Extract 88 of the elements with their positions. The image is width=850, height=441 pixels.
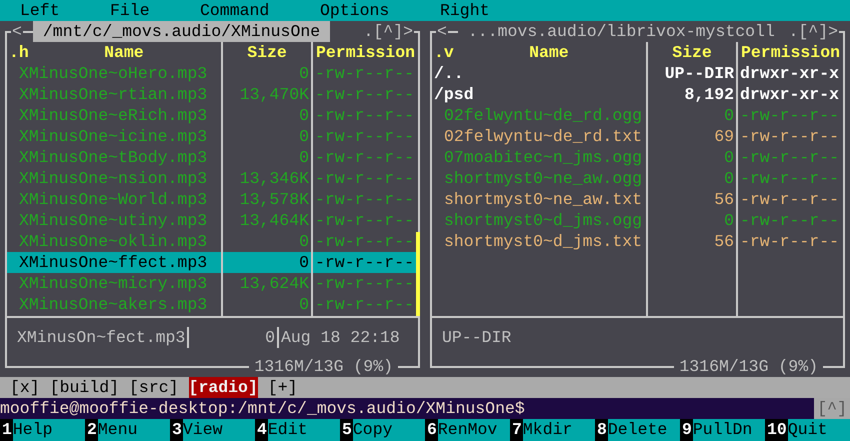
file-size: 13,624K	[238, 273, 310, 294]
file-name[interactable]: shortmyst0~ne_aw.txt	[432, 189, 646, 210]
file-permission: -rw-r--r--	[314, 210, 416, 231]
file-info: UP--DIR	[442, 327, 512, 348]
file-info: XMinusOn~fect.mp3	[17, 327, 186, 348]
file-size: 0	[298, 63, 310, 84]
file-name[interactable]: XMinusOne~ffect.mp3	[7, 252, 221, 273]
sort-indicator[interactable]: .v	[434, 42, 454, 63]
menu-item[interactable]: File	[110, 0, 200, 21]
file-size: 0	[298, 105, 310, 126]
file-permission: -rw-r--r--	[739, 210, 840, 231]
file-size: 13,470K	[238, 84, 310, 105]
file-size: UP--DIR	[664, 63, 735, 84]
tab[interactable]: [radio]	[188, 377, 258, 398]
file-permission: -rw-r--r--	[314, 105, 416, 126]
function-key[interactable]: 2Menu	[85, 419, 170, 441]
function-key[interactable]: 5Copy	[340, 419, 425, 441]
scrollbar-thumb[interactable]	[416, 232, 420, 316]
menu-item[interactable]: Options	[320, 0, 440, 21]
file-name[interactable]: /..	[432, 63, 646, 84]
file-size: 56	[713, 189, 735, 210]
file-permission: -rw-r--r--	[739, 105, 840, 126]
column-header[interactable]: Name	[454, 42, 644, 63]
file-size: 0	[298, 294, 310, 315]
file-permission: -rw-r--r--	[314, 168, 416, 189]
file-size: 13,464K	[238, 210, 310, 231]
tab[interactable]: [+]	[268, 377, 298, 398]
menu-item[interactable]: Left	[20, 0, 110, 21]
sort-indicator[interactable]: .h	[9, 42, 29, 63]
file-permission: drwxr-xr-x	[739, 63, 840, 84]
file-size: 0	[298, 231, 310, 252]
panel-path: /mnt/c/_movs.audio/XMinusOne	[32, 21, 330, 42]
file-permission: -rw-r--r--	[314, 63, 416, 84]
menu-item[interactable]: Command	[200, 0, 320, 21]
file-size: 69	[713, 126, 735, 147]
file-size: 0	[723, 147, 735, 168]
file-info: 0	[187, 327, 279, 348]
function-key[interactable]: 4Edit	[255, 419, 340, 441]
column-header[interactable]: Permission	[316, 42, 416, 63]
function-key[interactable]: 7Mkdir	[510, 419, 595, 441]
nav-history-button[interactable]: .[^]>	[787, 21, 839, 42]
function-key[interactable]: 8Delete	[595, 419, 680, 441]
command-prompt[interactable]: mooffie@mooffie-desktop:/mnt/c/_movs.audio/XMinusOne$	[0, 398, 814, 419]
file-size: 0	[723, 168, 735, 189]
file-permission: -rw-r--r--	[314, 273, 416, 294]
file-size: 0	[298, 126, 310, 147]
tab[interactable]: [src]	[129, 377, 179, 398]
tab[interactable]: [x]	[10, 377, 40, 398]
tab[interactable]: [build]	[50, 377, 120, 398]
file-name[interactable]: shortmyst0~d_jms.txt	[432, 231, 646, 252]
column-header[interactable]: Size	[247, 42, 287, 63]
file-permission: -rw-r--r--	[314, 84, 416, 105]
panel-path: ...movs.audio/librivox-mystcoll	[458, 21, 785, 42]
file-size: 13,346K	[238, 168, 310, 189]
column-header[interactable]: Permission	[740, 42, 840, 63]
file-permission: -rw-r--r--	[739, 189, 840, 210]
file-permission: -rw-r--r--	[314, 126, 416, 147]
column-header[interactable]: Name	[28, 42, 219, 63]
file-permission: drwxr-xr-x	[739, 84, 840, 105]
menu-item[interactable]: Right	[440, 0, 850, 21]
file-permission: -rw-r--r--	[739, 147, 840, 168]
file-name[interactable]: /psd	[432, 84, 646, 105]
file-size: 0	[723, 105, 735, 126]
function-key[interactable]: 3View	[170, 419, 255, 441]
function-key[interactable]: 1Help	[0, 419, 85, 441]
function-key[interactable]: 6RenMov	[425, 419, 510, 441]
file-permission: -rw-r--r--	[739, 231, 840, 252]
file-permission: -rw-r--r--	[739, 168, 840, 189]
file-permission: -rw-r--r--	[314, 231, 416, 252]
file-info: Aug 18 22:18	[280, 327, 400, 348]
function-key[interactable]: 10Quit	[765, 419, 850, 441]
file-permission: -rw-r--r--	[314, 189, 416, 210]
free-space: 1316M/13G (9%)	[249, 356, 398, 377]
file-permission: -rw-r--r--	[313, 252, 418, 273]
file-size: 13,578K	[238, 189, 310, 210]
file-name[interactable]: 02felwyntu~de_rd.txt	[432, 126, 646, 147]
file-size: 56	[713, 231, 735, 252]
file-permission: -rw-r--r--	[314, 147, 416, 168]
file-size: 0	[298, 147, 310, 168]
nav-history-button[interactable]: .[^]>	[362, 21, 414, 42]
function-key[interactable]: 9PullDn	[680, 419, 765, 441]
column-header[interactable]: Size	[672, 42, 712, 63]
file-permission: -rw-r--r--	[739, 126, 840, 147]
file-size: 8,192	[683, 84, 735, 105]
file-permission: -rw-r--r--	[314, 294, 416, 315]
free-space: 1316M/13G (9%)	[674, 356, 823, 377]
file-size: 0	[723, 210, 735, 231]
file-size: 0	[223, 252, 311, 273]
